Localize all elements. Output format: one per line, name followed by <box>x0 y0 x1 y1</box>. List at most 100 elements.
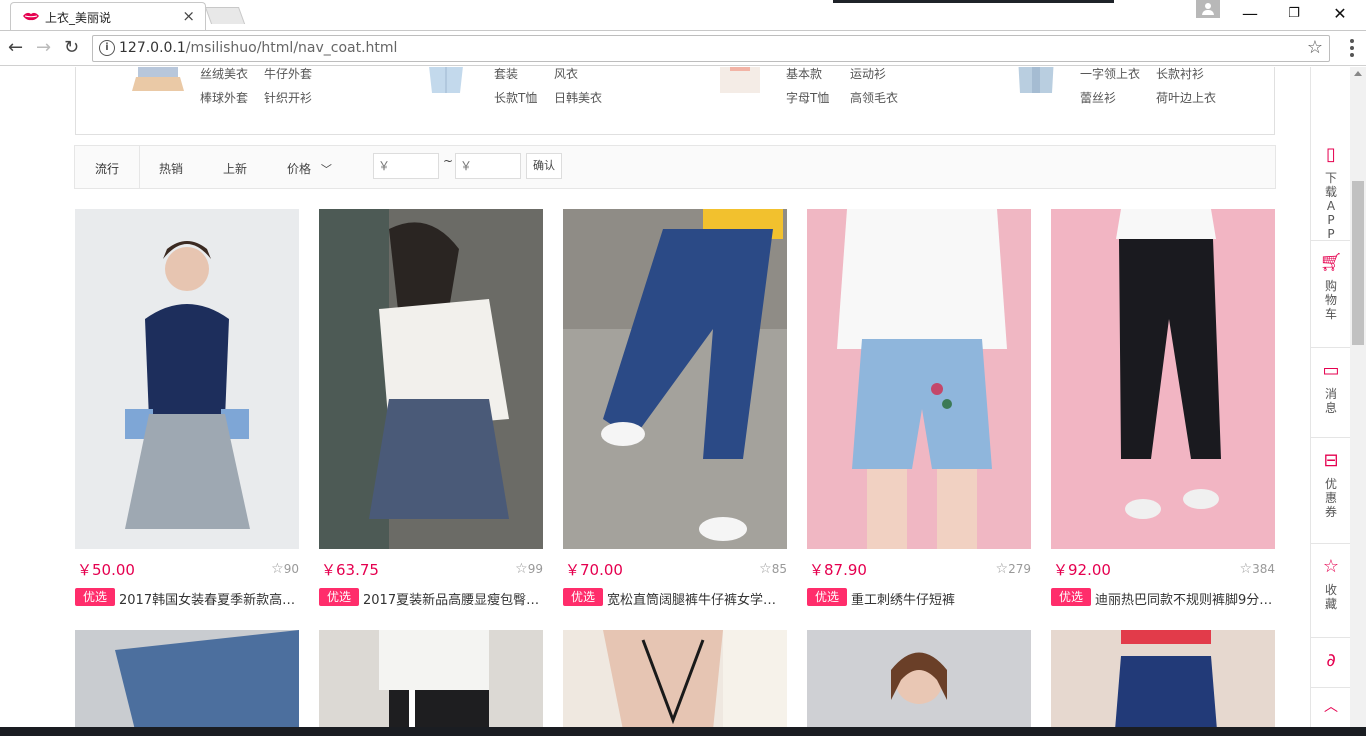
back-to-top-button[interactable]: ︿ <box>1311 697 1351 717</box>
product-name[interactable]: 2017夏装新品高腰显瘦包臀牛仔裙 <box>363 589 545 608</box>
favorite-count[interactable]: ☆90 <box>271 561 299 577</box>
product-name[interactable]: 2017韩国女装春夏季新款高腰显瘦 <box>119 589 301 608</box>
product-card[interactable]: ￥63.75 ☆99 优选 2017夏装新品高腰显瘦包臀牛仔裙 <box>319 209 545 608</box>
favorite-count[interactable]: ☆384 <box>1240 561 1275 577</box>
product-image[interactable] <box>807 630 1031 727</box>
category-link[interactable]: 字母T恤 <box>786 89 829 106</box>
favorite-number: 99 <box>527 562 543 576</box>
sort-new[interactable]: 上新 <box>223 160 247 177</box>
sort-popular[interactable]: 流行 <box>95 160 119 177</box>
coupon-button[interactable]: ⊟ 优惠券 <box>1311 451 1351 520</box>
browser-tab[interactable]: 上衣_美丽说 × <box>10 2 206 30</box>
product-card[interactable]: ￥50.00 ☆90 优选 2017韩国女装春夏季新款高腰显瘦 <box>75 209 301 608</box>
category-link[interactable]: 长款T恤 <box>494 89 537 106</box>
category-link[interactable]: 蕾丝衫 <box>1080 89 1116 106</box>
forward-icon[interactable]: → <box>36 37 51 58</box>
new-tab-button[interactable] <box>204 7 246 24</box>
minimize-icon[interactable]: — <box>1240 4 1260 23</box>
download-app-label: 下载APP <box>1324 171 1337 241</box>
product-card[interactable]: ￥87.90 ☆279 优选 重工刺绣牛仔短裤 <box>807 209 1031 608</box>
sort-hot[interactable]: 热销 <box>159 160 183 177</box>
selected-badge: 优选 <box>319 588 359 606</box>
category-link[interactable]: 一字领上衣 <box>1080 67 1140 82</box>
message-button[interactable]: ▭ 消息 <box>1311 361 1351 416</box>
browser-toolbar: ← → ↻ i 127.0.0.1/msilishuo/html/nav_coa… <box>0 30 1366 66</box>
product-image[interactable] <box>1051 630 1275 727</box>
category-link[interactable]: 针织开衫 <box>264 89 312 106</box>
collect-label: 收藏 <box>1324 583 1337 611</box>
product-image[interactable] <box>1051 209 1275 549</box>
bookmark-star-icon[interactable]: ☆ <box>1307 37 1323 58</box>
category-link[interactable]: 高领毛衣 <box>850 89 898 106</box>
service-button[interactable]: ∂ <box>1311 651 1351 671</box>
product-card[interactable]: ￥70.00 ☆85 优选 宽松直筒阔腿裤牛仔裤女学生九分 <box>563 209 789 608</box>
address-bar[interactable]: i 127.0.0.1/msilishuo/html/nav_coat.html… <box>92 35 1330 62</box>
selected-badge: 优选 <box>75 588 115 606</box>
favorite-count[interactable]: ☆279 <box>996 561 1031 577</box>
user-profile-icon[interactable] <box>1196 0 1220 18</box>
browser-titlebar: 上衣_美丽说 × — ❐ ✕ <box>0 0 1366 30</box>
category-thumb-image[interactable] <box>130 67 186 93</box>
window-close-icon[interactable]: ✕ <box>1330 4 1350 23</box>
url-path: /msilishuo/html/nav_coat.html <box>185 40 398 56</box>
category-link[interactable]: 长款衬衫 <box>1156 67 1204 82</box>
product-price: ￥50.00 <box>77 561 135 579</box>
download-app-button[interactable]: ▯ 下载APP <box>1311 145 1351 242</box>
category-link[interactable]: 风衣 <box>554 67 578 82</box>
product-image[interactable] <box>75 209 299 549</box>
product-image[interactable] <box>563 209 787 549</box>
selected-badge: 优选 <box>807 588 847 606</box>
category-link[interactable]: 套装 <box>494 67 518 82</box>
category-link[interactable]: 荷叶边上衣 <box>1156 89 1216 106</box>
divider <box>1311 437 1351 438</box>
product-image[interactable] <box>319 630 543 727</box>
tool-sidebar: ▯ 下载APP 🛒︎ 购物车 ▭ 消息 ⊟ 优惠券 ☆ 收藏 ∂ ︿ <box>1310 67 1351 727</box>
category-link[interactable]: 棒球外套 <box>200 89 248 106</box>
star-icon: ☆ <box>995 561 1009 577</box>
product-price: ￥92.00 <box>1053 561 1111 579</box>
back-icon[interactable]: ← <box>8 37 23 58</box>
min-price-input[interactable] <box>373 153 439 179</box>
lips-icon <box>23 12 39 21</box>
category-thumb-image[interactable] <box>418 67 474 93</box>
info-icon[interactable]: i <box>99 40 115 56</box>
product-name[interactable]: 重工刺绣牛仔短裤 <box>851 589 1033 608</box>
divider <box>1311 240 1351 241</box>
category-link[interactable]: 丝绒美衣 <box>200 67 248 82</box>
star-icon: ☆ <box>759 561 772 577</box>
product-image[interactable] <box>563 630 787 727</box>
browser-menu-icon[interactable] <box>1344 39 1360 60</box>
category-link[interactable]: 牛仔外套 <box>264 67 312 82</box>
scrollbar-thumb[interactable] <box>1352 181 1364 345</box>
category-link[interactable]: 日韩美衣 <box>554 89 602 106</box>
confirm-button[interactable]: 确认 <box>526 153 562 179</box>
cart-label: 购物车 <box>1324 279 1337 321</box>
product-image[interactable] <box>807 209 1031 549</box>
tab-close-icon[interactable]: × <box>182 7 195 25</box>
favorite-count[interactable]: ☆85 <box>759 561 787 577</box>
product-image[interactable] <box>319 209 543 549</box>
collect-button[interactable]: ☆ 收藏 <box>1311 557 1351 612</box>
reload-icon[interactable]: ↻ <box>64 37 79 58</box>
scroll-up-icon[interactable] <box>1354 71 1362 76</box>
product-image[interactable] <box>75 630 299 727</box>
category-thumb-image[interactable] <box>712 67 768 93</box>
category-link[interactable]: 基本款 <box>786 67 822 82</box>
category-panel: 丝绒美衣 牛仔外套 棒球外套 针织开衫 套装 风衣 长款T恤 日韩美衣 基本款 … <box>75 67 1275 135</box>
star-icon: ☆ <box>1239 561 1253 577</box>
range-separator: ~ <box>443 154 454 168</box>
product-card[interactable]: ￥92.00 ☆384 优选 迪丽热巴同款不规则裤脚9分喇叭裤 <box>1051 209 1277 608</box>
tab-title: 上衣_美丽说 <box>45 11 112 25</box>
url-text: 127.0.0.1/msilishuo/html/nav_coat.html <box>119 40 397 56</box>
category-thumb-image[interactable] <box>1008 67 1064 93</box>
sort-price[interactable]: 价格 ﹀ <box>287 160 332 177</box>
page-content: 丝绒美衣 牛仔外套 棒球外套 针织开衫 套装 风衣 长款T恤 日韩美衣 基本款 … <box>0 67 1366 727</box>
restore-icon[interactable]: ❐ <box>1284 6 1304 21</box>
cart-button[interactable]: 🛒︎ 购物车 <box>1311 253 1351 322</box>
product-name[interactable]: 迪丽热巴同款不规则裤脚9分喇叭裤 <box>1095 589 1277 608</box>
product-name[interactable]: 宽松直筒阔腿裤牛仔裤女学生九分 <box>607 589 789 608</box>
page-scrollbar[interactable] <box>1350 67 1366 727</box>
max-price-input[interactable] <box>455 153 521 179</box>
category-link[interactable]: 运动衫 <box>850 67 886 82</box>
favorite-count[interactable]: ☆99 <box>515 561 543 577</box>
